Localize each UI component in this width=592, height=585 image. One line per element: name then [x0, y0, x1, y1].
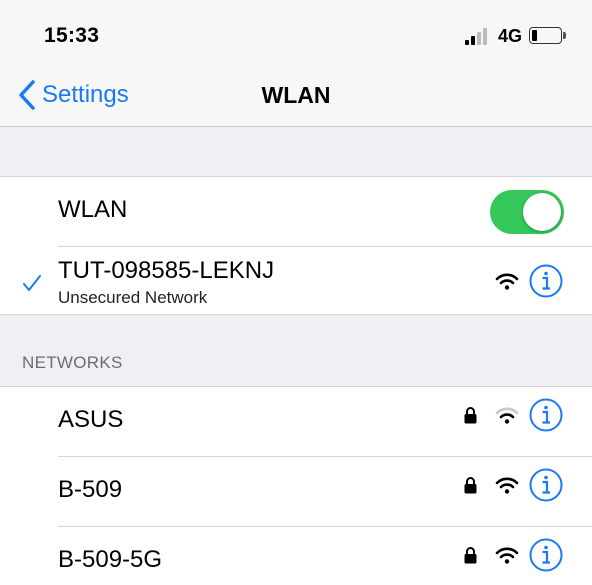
network-type-label: 4G — [498, 26, 523, 46]
battery-icon — [529, 27, 562, 44]
networks-section-header: NETWORKS — [22, 353, 123, 372]
cellular-signal-icon — [465, 27, 491, 45]
info-icon[interactable] — [529, 538, 563, 572]
wifi-icon — [495, 477, 519, 494]
checkmark-icon — [23, 275, 41, 291]
connected-network-name: TUT-098585-LEKNJ — [58, 257, 275, 284]
network-row[interactable]: B-509-5G — [0, 527, 592, 585]
wlan-group: WLAN TUT-098585-LEKNJ Unsecured Network — [0, 176, 592, 315]
wlan-toggle-row: WLAN — [0, 177, 592, 247]
lock-icon — [464, 477, 477, 494]
page-title: WLAN — [261, 82, 331, 108]
info-icon[interactable] — [529, 468, 563, 502]
wifi-icon — [495, 547, 519, 564]
connected-network-subtitle: Unsecured Network — [58, 288, 208, 307]
wifi-icon — [495, 407, 519, 424]
status-time: 15:33 — [44, 24, 100, 47]
navigation-bar: Settings WLAN — [0, 70, 592, 127]
networks-group: ASUS B-509 B-509-5G — [0, 386, 592, 585]
network-name: B-509-5G — [58, 546, 163, 573]
wifi-icon — [495, 273, 519, 290]
network-row[interactable]: ASUS — [0, 387, 592, 457]
battery-cap — [563, 32, 566, 39]
wlan-label: WLAN — [58, 196, 128, 223]
status-bar: 15:33 4G — [0, 0, 592, 70]
toggle-knob — [523, 193, 561, 231]
wlan-toggle[interactable] — [490, 190, 564, 234]
lock-icon — [464, 547, 477, 564]
network-name: B-509 — [58, 476, 123, 503]
lock-icon — [464, 407, 477, 424]
network-row[interactable]: B-509 — [0, 457, 592, 527]
info-icon[interactable] — [529, 264, 563, 298]
info-icon[interactable] — [529, 398, 563, 432]
network-name: ASUS — [58, 406, 124, 433]
connected-network-row[interactable]: TUT-098585-LEKNJ Unsecured Network — [0, 247, 592, 314]
